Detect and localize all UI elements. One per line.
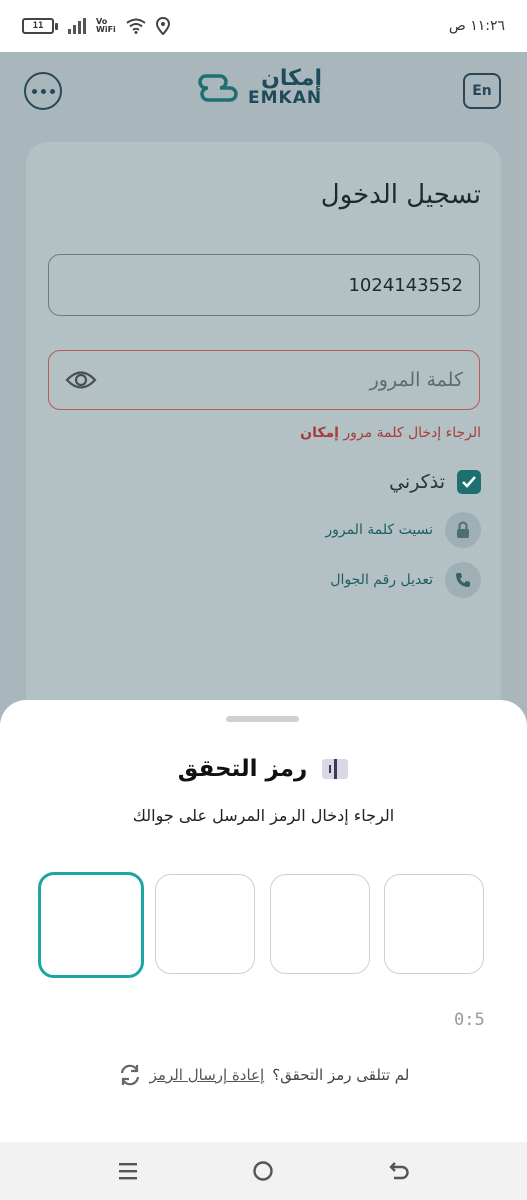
not-received-text: لم تتلقى رمز التحقق؟ xyxy=(272,1066,410,1084)
logo-mark-icon xyxy=(198,73,238,102)
resend-code-link[interactable]: إعادة إرسال الرمز xyxy=(150,1066,265,1084)
eye-icon[interactable] xyxy=(65,369,97,391)
forgot-password-link[interactable]: نسيت كلمة المرور xyxy=(325,512,481,548)
password-error-brand: إمكان xyxy=(300,425,339,441)
otp-digit-4[interactable] xyxy=(38,872,144,978)
login-title: تسجيل الدخول xyxy=(320,180,481,210)
forgot-password-label: نسيت كلمة المرور xyxy=(325,522,433,538)
check-icon xyxy=(462,476,476,488)
password-error-message: الرجاء إدخال كلمة مرور إمكان xyxy=(300,425,481,441)
remember-me-row[interactable]: تذكرني xyxy=(389,470,481,494)
remember-me-checkbox[interactable] xyxy=(457,470,481,494)
more-dots-icon[interactable] xyxy=(24,72,62,110)
language-toggle-button[interactable]: En xyxy=(463,73,501,109)
emkan-logo: إمكان EMKAN xyxy=(196,68,322,107)
otp-digit-3[interactable] xyxy=(155,874,255,974)
signal-icon xyxy=(68,18,86,34)
back-icon[interactable] xyxy=(379,1151,419,1191)
logo-english: EMKAN xyxy=(248,88,323,108)
home-icon[interactable] xyxy=(243,1151,283,1191)
remember-me-label: تذكرني xyxy=(389,471,445,493)
change-mobile-link[interactable]: تعديل رقم الجوال xyxy=(330,562,481,598)
national-id-input[interactable]: 1024143552 xyxy=(48,254,480,316)
phone-icon xyxy=(445,562,481,598)
status-bar: 11 Vo WiFi ١١:٢٦ ص xyxy=(0,0,527,52)
otp-timer: 0:5 xyxy=(454,1010,485,1030)
otp-subtitle: الرجاء إدخال الرمز المرسل على جوالك xyxy=(132,806,395,825)
password-input[interactable]: كلمة المرور xyxy=(48,350,480,410)
otp-title: رمز التحقق xyxy=(177,756,308,782)
login-card: تسجيل الدخول 1024143552 كلمة المرور الرج… xyxy=(26,142,501,762)
otp-bottom-sheet: رمز التحقق الرجاء إدخال الرمز المرسل على… xyxy=(0,700,527,1142)
password-error-text: الرجاء إدخال كلمة مرور xyxy=(343,425,481,441)
password-placeholder: كلمة المرور xyxy=(369,369,463,391)
vowifi-label: Vo WiFi xyxy=(96,17,116,34)
clock: ١١:٢٦ ص xyxy=(448,18,505,34)
battery-icon: 11 xyxy=(22,18,58,34)
refresh-icon[interactable] xyxy=(118,1064,142,1086)
wifi-icon xyxy=(126,18,146,34)
system-nav-bar xyxy=(0,1142,527,1200)
location-icon xyxy=(155,17,170,35)
status-icons: 11 Vo WiFi xyxy=(22,17,170,35)
lock-icon xyxy=(445,512,481,548)
logo-arabic: إمكان xyxy=(261,66,323,91)
otp-digit-1[interactable] xyxy=(384,874,484,974)
app-header: إمكان EMKAN En xyxy=(0,52,527,142)
national-id-value: 1024143552 xyxy=(348,274,463,296)
recent-apps-icon[interactable] xyxy=(108,1151,148,1191)
otp-digit-2[interactable] xyxy=(270,874,370,974)
change-mobile-label: تعديل رقم الجوال xyxy=(330,572,433,588)
battery-level: 11 xyxy=(22,18,54,34)
otp-card-icon xyxy=(321,757,349,781)
resend-row: لم تتلقى رمز التحقق؟ إعادة إرسال الرمز xyxy=(0,1064,527,1086)
otp-header: رمز التحقق xyxy=(0,756,527,782)
sheet-drag-handle[interactable] xyxy=(226,716,299,722)
